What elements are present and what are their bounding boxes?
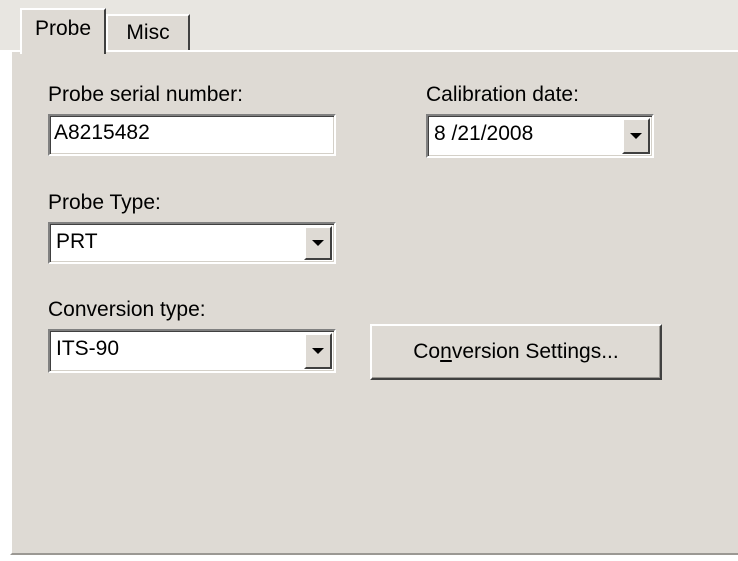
calibration-date-value: 8 /21/2008 — [434, 122, 534, 145]
probe-panel: Probe serial number: Calibration date: 8… — [10, 50, 738, 555]
probe-type-label: Probe Type: — [48, 191, 161, 214]
tab-misc[interactable]: Misc — [106, 14, 190, 50]
chevron-down-icon — [312, 348, 324, 354]
probe-type-select[interactable]: PRT — [48, 222, 336, 264]
conversion-settings-label-end: version Settings... — [451, 340, 619, 363]
calibration-date-label: Calibration date: — [426, 83, 579, 106]
probe-serial-field[interactable] — [48, 114, 336, 156]
conversion-type-value: ITS-90 — [56, 337, 120, 360]
chevron-down-icon — [312, 240, 324, 246]
conversion-settings-button[interactable]: Conversion Settings... — [370, 324, 662, 380]
tab-strip: Probe Misc — [0, 0, 738, 54]
conversion-type-dropdown-button[interactable] — [304, 333, 332, 369]
conversion-type-label: Conversion type: — [48, 298, 206, 321]
chevron-down-icon — [630, 133, 642, 139]
calibration-date-dropdown-button[interactable] — [622, 118, 650, 154]
probe-serial-label: Probe serial number: — [48, 83, 243, 106]
probe-serial-input[interactable] — [54, 119, 328, 147]
probe-type-dropdown-button[interactable] — [304, 226, 332, 260]
conversion-type-select[interactable]: ITS-90 — [48, 329, 336, 373]
calibration-date-picker[interactable]: 8 /21/2008 — [426, 114, 654, 158]
conversion-settings-mnemonic: n — [440, 340, 452, 363]
probe-type-value: PRT — [56, 230, 98, 253]
tab-probe[interactable]: Probe — [20, 8, 106, 54]
conversion-settings-label-start: Co — [413, 340, 441, 363]
